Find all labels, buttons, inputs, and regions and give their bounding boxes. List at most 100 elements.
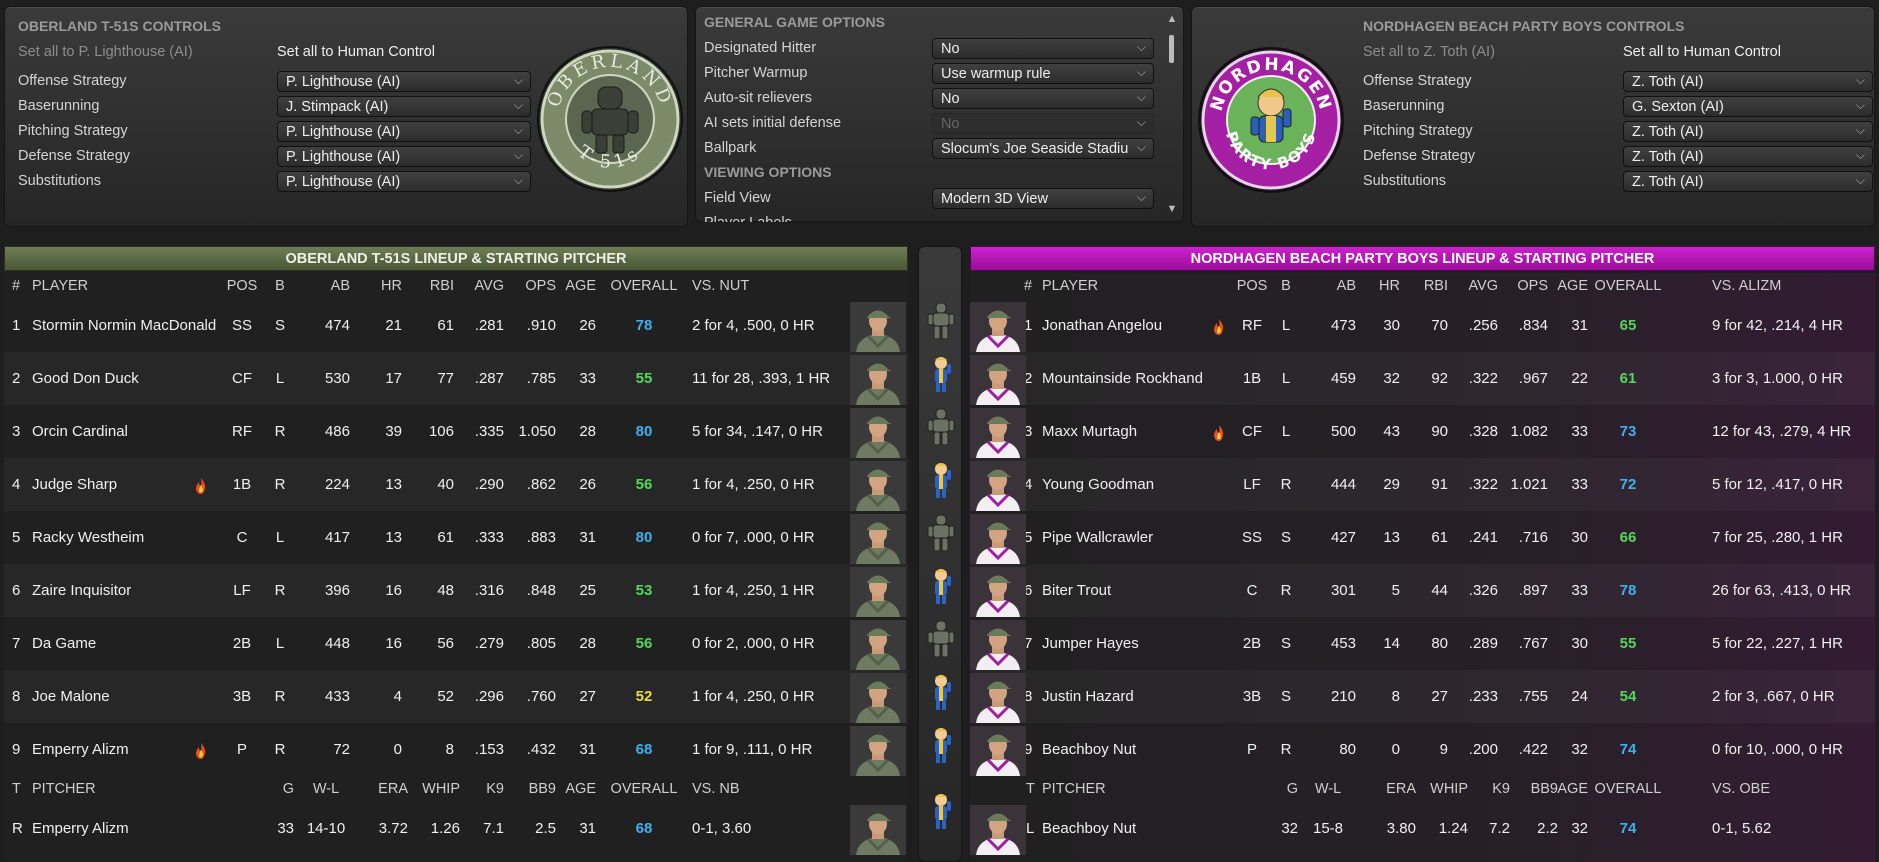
general-options-panel: GENERAL GAME OPTIONS Designated Hitter No… <box>695 6 1184 222</box>
position: SS <box>231 317 252 334</box>
player-row[interactable]: 4 Judge Sharp 1B R 224 13 40 .290 .862 26 56 1 for … <box>4 458 908 511</box>
chevron-down-icon: ⌵ <box>1136 115 1146 129</box>
player-avatar <box>970 461 1026 511</box>
bats: L <box>275 529 285 546</box>
vaultboy-icon <box>927 672 955 712</box>
position: 3B <box>232 688 252 705</box>
bats: R <box>274 741 286 758</box>
scroll-thumb[interactable] <box>1169 35 1174 63</box>
pitcher-column-era: ERA <box>1386 781 1416 797</box>
player-row[interactable]: 8 Justin Hazard 3B S 210 8 27 .233 .755 24 54 2 for… <box>970 670 1875 723</box>
defense-strategy-dropdown[interactable]: P. Lighthouse (AI) ⌵ <box>277 146 531 167</box>
player-row[interactable]: 8 Joe Malone 3B R 433 4 52 .296 .760 27 52 1 for 4,… <box>4 670 908 723</box>
vs-pitcher-stats: 5 for 34, .147, 0 HR <box>692 423 823 440</box>
pitching-strategy-dropdown[interactable]: Z. Toth (AI) ⌵ <box>1623 121 1873 142</box>
player-row[interactable]: 2 Good Don Duck CF L 530 17 77 .287 .785 33 55 11 f… <box>4 352 908 405</box>
player-row[interactable]: 3 Maxx Murtagh CF L 500 43 90 .328 1.082 33 73 12 f… <box>970 405 1875 458</box>
overall-rating: 73 <box>1619 423 1637 440</box>
starting-pitcher-row[interactable]: R 33 14-10 3.72 1.26 7.1 2.5 31 0-1, 3.60 Emperry… <box>4 802 908 862</box>
scroll-down-icon[interactable]: ▼ <box>1165 203 1179 215</box>
chevron-down-icon: ⌵ <box>513 73 523 87</box>
scroll-up-icon[interactable]: ▲ <box>1165 13 1179 25</box>
substitutions-dropdown[interactable]: Z. Toth (AI) ⌵ <box>1623 171 1873 192</box>
position: C <box>1246 582 1258 599</box>
batting-order: 6 <box>12 582 21 599</box>
overall-rating: 53 <box>635 582 653 599</box>
option-dropdown-auto-sit-relievers[interactable]: No ⌵ <box>932 88 1154 109</box>
pitcher-column-g: G <box>1286 781 1298 797</box>
player-row[interactable]: 3 Orcin Cardinal RF R 486 39 106 .335 1.050 28 80 5… <box>4 405 908 458</box>
player-row[interactable]: 1 Jonathan Angelou RF L 473 30 70 .256 .834 31 65 9… <box>970 299 1875 352</box>
position: LF <box>233 582 251 599</box>
field-view-row: Field View <box>704 187 771 209</box>
chevron-down-icon: ⌵ <box>1855 98 1865 112</box>
offense-strategy-dropdown[interactable]: Z. Toth (AI) ⌵ <box>1623 71 1873 92</box>
pitcher-era: 3.72 <box>378 820 408 837</box>
chevron-down-icon: ⌵ <box>1136 40 1146 54</box>
player-row[interactable]: 6 Biter Trout C R 301 5 44 .326 .897 33 78 26 for 6… <box>970 564 1875 617</box>
home-controls-panel: NORDHAGEN BEACH PARTY BOYS CONTROLS Set … <box>1191 6 1875 227</box>
player-avatar <box>970 726 1026 776</box>
player-row[interactable]: 1 Stormin Normin MacDonald SS S 474 21 61.281.… <box>4 299 908 352</box>
option-dropdown-ballpark[interactable]: Slocum's Joe Seaside Stadiu ⌵ <box>932 138 1154 159</box>
overall-rating: 55 <box>1619 635 1637 652</box>
player-row[interactable]: 4 Young Goodman LF R 444 29 91 .322 1.021 33 72 5 f… <box>970 458 1875 511</box>
player-row[interactable]: 9 Beachboy Nut P R 80 0 9 .200 .422 32 74 0 for 10,… <box>970 723 1875 776</box>
player-name: Justin Hazard <box>1042 688 1134 705</box>
pitcher-g: 33 <box>277 820 294 837</box>
baserunning-dropdown[interactable]: J. Stimpack (AI) ⌵ <box>277 96 531 117</box>
position: 2B <box>1242 635 1262 652</box>
home-runs: 8 <box>1391 688 1400 705</box>
bats: L <box>1281 317 1291 334</box>
rbi: 52 <box>437 688 454 705</box>
player-row[interactable]: 2 Mountainside Rockhand 1B L 459 32 92 .322 .967… <box>970 352 1875 405</box>
player-row[interactable]: 7 Da Game 2B L 448 16 56 .279 .805 28 56 0 for 2, .… <box>4 617 908 670</box>
baserunning-dropdown[interactable]: G. Sexton (AI) ⌵ <box>1623 96 1873 117</box>
bats: R <box>1280 741 1292 758</box>
player-row[interactable]: 7 Jumper Hayes 2B S 453 14 80 .289 .767 30 55 5 for… <box>970 617 1875 670</box>
options-scrollbar[interactable]: ▲ ▼ <box>1165 13 1179 215</box>
home-runs: 16 <box>385 582 402 599</box>
lineup-header-row: # PLAYER POS B AB HR RBI AVG OPS AGE OVERALL VS. NU… <box>4 273 908 299</box>
player-avatar <box>970 567 1026 617</box>
column-header-ab: AB <box>1336 278 1356 294</box>
rbi: 90 <box>1431 423 1448 440</box>
hot-streak-icon <box>194 743 208 759</box>
player-avatar <box>850 673 906 723</box>
home-set-ai-link[interactable]: Set all to Z. Toth (AI) <box>1363 44 1495 60</box>
overall-rating: 55 <box>635 370 653 387</box>
rbi: 48 <box>437 582 454 599</box>
offense-strategy-dropdown[interactable]: P. Lighthouse (AI) ⌵ <box>277 71 531 92</box>
vaultboy-icon <box>927 460 955 500</box>
substitutions-dropdown[interactable]: P. Lighthouse (AI) ⌵ <box>277 171 531 192</box>
player-row[interactable]: 5 Pipe Wallcrawler SS S 427 13 61.241.716 30 66 7… <box>970 511 1875 564</box>
position: CF <box>1242 423 1262 440</box>
rbi: 77 <box>437 370 454 387</box>
defense-strategy-dropdown[interactable]: Z. Toth (AI) ⌵ <box>1623 146 1873 167</box>
overall-rating: 78 <box>635 317 653 334</box>
player-row[interactable]: 6 Zaire Inquisitor LF R 396 16 48 .316 .848 25 53 1… <box>4 564 908 617</box>
age: 28 <box>579 423 596 440</box>
at-bats: 530 <box>324 370 350 387</box>
field-view-dropdown[interactable]: Modern 3D View ⌵ <box>932 188 1154 209</box>
home-set-human-link[interactable]: Set all to Human Control <box>1623 44 1781 60</box>
option-dropdown-designated-hitter[interactable]: No ⌵ <box>932 38 1154 59</box>
away-set-human-link[interactable]: Set all to Human Control <box>277 44 435 60</box>
player-row[interactable]: 9 Emperry Alizm P R 72 0 8 .153 .432 31 68 1 for 9,… <box>4 723 908 776</box>
away-set-ai-link[interactable]: Set all to P. Lighthouse (AI) <box>18 44 193 60</box>
vs-pitcher-stats: 12 for 43, .279, 4 HR <box>1712 423 1852 440</box>
player-name: Jonathan Angelou <box>1042 317 1163 334</box>
rbi: 8 <box>445 741 454 758</box>
column-header-age: AGE <box>1557 278 1588 294</box>
vs-pitcher-stats: 1 for 4, .250, 0 HR <box>692 476 815 493</box>
pitching-strategy-dropdown[interactable]: P. Lighthouse (AI) ⌵ <box>277 121 531 142</box>
ops: .785 <box>526 370 556 387</box>
vaultboy-icon <box>927 566 955 606</box>
pitcher-column-wl: W-L <box>312 781 340 797</box>
batting-average: .287 <box>474 370 504 387</box>
starting-pitcher-row[interactable]: L 32 15-8 3.80 1.24 7.2 2.2 32 0-1, 5.62 Beachboy… <box>970 802 1875 862</box>
control-label-pitching-strategy: Pitching Strategy <box>1363 123 1473 139</box>
rbi: 61 <box>437 317 454 334</box>
option-dropdown-pitcher-warmup[interactable]: Use warmup rule ⌵ <box>932 63 1154 84</box>
player-row[interactable]: 5 Racky Westheim C L 417 13 61 .333 .883 31 80 0 fo… <box>4 511 908 564</box>
